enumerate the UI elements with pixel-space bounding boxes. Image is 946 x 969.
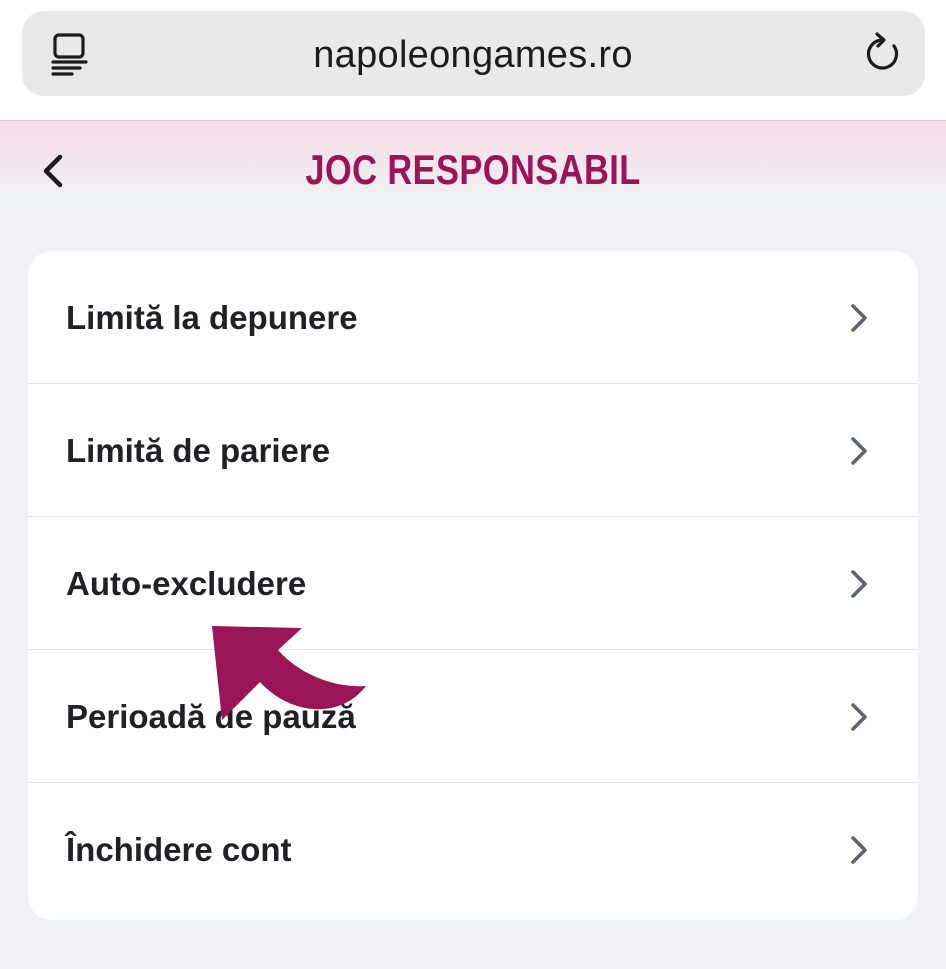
chevron-right-icon bbox=[851, 570, 867, 598]
chevron-left-icon[interactable] bbox=[32, 145, 76, 195]
tabs-icon[interactable] bbox=[50, 31, 90, 79]
page-header: JOC RESPONSABIL bbox=[0, 120, 946, 201]
page-title: JOC RESPONSABIL bbox=[305, 146, 641, 193]
chevron-right-icon bbox=[851, 836, 867, 864]
chevron-right-icon bbox=[851, 304, 867, 332]
menu-item-break-period[interactable]: Perioadă de pauză bbox=[28, 650, 918, 783]
reload-icon[interactable] bbox=[860, 30, 906, 76]
menu-item-betting-limit[interactable]: Limită de pariere bbox=[28, 384, 918, 517]
url-text[interactable]: napoleongames.ro bbox=[313, 34, 633, 76]
menu-item-label: Închidere cont bbox=[66, 831, 292, 868]
menu-item-label: Auto-excludere bbox=[66, 565, 307, 602]
responsible-gaming-menu: Limită la depunere Limită de pariere Aut… bbox=[28, 251, 918, 920]
menu-item-label: Perioadă de pauză bbox=[66, 698, 356, 735]
menu-item-label: Limită de pariere bbox=[66, 432, 331, 469]
menu-item-close-account[interactable]: Închidere cont bbox=[28, 783, 918, 918]
menu-item-deposit-limit[interactable]: Limită la depunere bbox=[28, 251, 918, 384]
browser-toolbar: napoleongames.ro bbox=[0, 0, 946, 120]
chevron-right-icon bbox=[851, 703, 867, 731]
menu-item-label: Limită la depunere bbox=[66, 299, 358, 336]
menu-item-self-exclusion[interactable]: Auto-excludere bbox=[28, 517, 918, 650]
chevron-right-icon bbox=[851, 437, 867, 465]
